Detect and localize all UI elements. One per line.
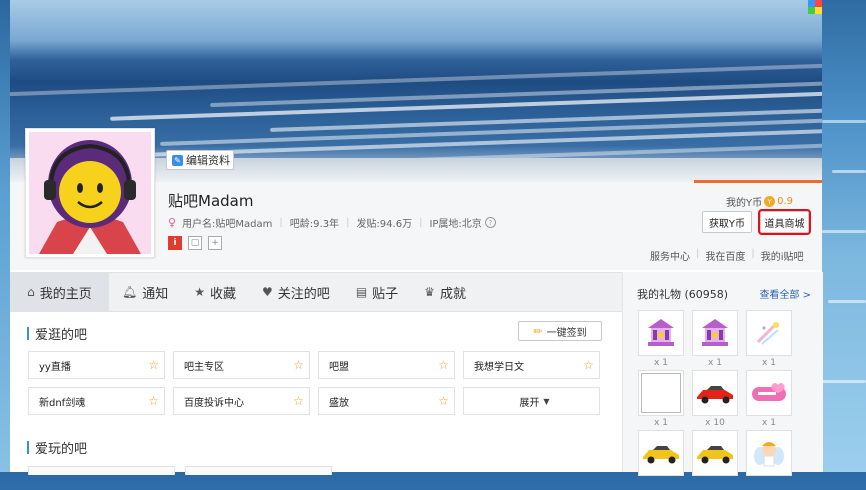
tab-notifications-label: 通知 bbox=[142, 286, 169, 302]
list-item[interactable] bbox=[185, 466, 332, 475]
tab-posts-label: 贴子 bbox=[372, 286, 399, 302]
avatar bbox=[29, 132, 151, 254]
user-id-text: 用户名:贴吧Madam bbox=[182, 219, 273, 230]
edit-icon: ✎ bbox=[172, 154, 183, 166]
played-bars-title: 爱玩的吧 bbox=[27, 438, 87, 457]
gift-item[interactable]: x 10 bbox=[691, 370, 739, 430]
gift-panel: 我的礼物 (60958) 查看全部 > x 1 x 1 x 1 x 1 x 10… bbox=[622, 272, 823, 476]
tab-achievements[interactable]: ♛ 成就 bbox=[411, 273, 479, 311]
bar-item[interactable]: 吧盟 ☆ bbox=[318, 351, 455, 379]
bar-item[interactable]: yy直播 ☆ bbox=[28, 351, 165, 379]
accent-line bbox=[694, 180, 822, 183]
get-ycoin-button[interactable]: 获取Y币 bbox=[702, 211, 752, 233]
gift-grid: x 1 x 1 x 1 x 1 x 10 x 1 bbox=[637, 310, 793, 490]
sign-button-label: 一键签到 bbox=[546, 327, 587, 339]
heart-icon: ♥ bbox=[262, 285, 273, 299]
star-icon[interactable]: ☆ bbox=[292, 358, 305, 372]
avatar-frame[interactable] bbox=[25, 128, 155, 258]
bar-item[interactable]: 我想学日文 ☆ bbox=[463, 351, 600, 379]
frame-badge-icon[interactable]: ▢ bbox=[188, 236, 202, 250]
gift-item[interactable]: x 1 bbox=[637, 370, 685, 430]
star-icon[interactable]: ☆ bbox=[582, 358, 595, 372]
gift-item[interactable]: x 1 bbox=[637, 310, 685, 370]
tab-home[interactable]: ⌂ 我的主页 bbox=[10, 273, 109, 311]
bell-icon: 🔔︎ bbox=[122, 285, 138, 299]
link-me-in-baidu[interactable]: 我在百度 bbox=[705, 248, 745, 263]
expand-button[interactable]: 展开 ▼ bbox=[463, 387, 600, 415]
edit-profile-label: 编辑资料 bbox=[186, 154, 230, 167]
carousel-gift-icon bbox=[692, 310, 738, 356]
gift-item[interactable] bbox=[691, 430, 739, 490]
item-shop-button[interactable]: 道具商城 bbox=[760, 211, 809, 233]
star-icon[interactable]: ☆ bbox=[147, 394, 160, 408]
gift-item[interactable]: x 1 bbox=[745, 370, 793, 430]
bar-item[interactable]: 新dnf剑魂 ☆ bbox=[28, 387, 165, 415]
bar-list: yy直播 ☆ 吧主专区 ☆ 吧盟 ☆ 我想学日文 ☆ 新dnf剑魂 ☆ 百度投诉中心 ☆ 盛… bbox=[28, 351, 603, 415]
tab-posts[interactable]: ▤ 贴子 bbox=[343, 273, 411, 311]
tab-achievements-label: 成就 bbox=[439, 286, 466, 302]
carousel-gift-icon bbox=[638, 310, 684, 356]
link-my-itieba[interactable]: 我的i贴吧 bbox=[761, 248, 804, 263]
tab-bar: ⌂ 我的主页 🔔︎ 通知 ★ 收藏 ♥ 关注的吧 ▤ 贴子 ♛ 成就 bbox=[10, 272, 622, 312]
posts-text: 发贴:94.6万 bbox=[356, 219, 413, 230]
tab-home-label: 我的主页 bbox=[39, 286, 92, 302]
gift-item[interactable] bbox=[637, 430, 685, 490]
sparkle-gift-icon bbox=[746, 310, 792, 356]
star-icon[interactable]: ☆ bbox=[437, 358, 450, 372]
yellow-car-gift-icon bbox=[638, 430, 684, 476]
age-text: 吧龄:9.3年 bbox=[289, 219, 340, 230]
angel-gift-icon bbox=[746, 430, 792, 476]
bar-item[interactable]: 盛放 ☆ bbox=[318, 387, 455, 415]
document-icon: ▤ bbox=[355, 285, 368, 299]
gift-title: 我的礼物 (60958) bbox=[637, 288, 729, 301]
tab-followed-bars-label: 关注的吧 bbox=[277, 286, 330, 302]
love-gift-icon bbox=[746, 370, 792, 416]
bar-item[interactable]: 百度投诉中心 ☆ bbox=[173, 387, 310, 415]
tab-followed-bars[interactable]: ♥ 关注的吧 bbox=[249, 273, 343, 311]
badge-row: i ▢ + bbox=[168, 236, 222, 250]
profile-meta: ♀ 用户名:贴吧Madam | 吧龄:9.3年 | 发贴:94.6万 | IP属… bbox=[168, 215, 496, 230]
tab-favorites-label: 收藏 bbox=[210, 286, 237, 302]
tab-favorites[interactable]: ★ 收藏 bbox=[181, 273, 249, 311]
star-icon: ★ bbox=[194, 285, 206, 299]
gift-count: (60958) bbox=[684, 288, 729, 301]
female-icon: ♀ bbox=[168, 216, 177, 229]
info-badge-icon[interactable]: i bbox=[168, 236, 182, 250]
home-icon: ⌂ bbox=[27, 285, 35, 299]
list-item[interactable] bbox=[28, 466, 175, 475]
gift-item[interactable] bbox=[745, 430, 793, 490]
one-click-sign-button[interactable]: ✏ 一键签到 bbox=[518, 321, 602, 341]
yellow-car-gift-icon bbox=[692, 430, 738, 476]
bar-item[interactable]: 吧主专区 ☆ bbox=[173, 351, 310, 379]
ycoin-icon: Y bbox=[764, 196, 776, 207]
caret-down-icon: ▼ bbox=[543, 396, 550, 406]
ycoin-value: 0.9 bbox=[777, 196, 794, 207]
trophy-icon: ♛ bbox=[424, 285, 435, 299]
profile-page: ✎ 编辑资料 贴吧Madam ♀ 用户名:贴吧Madam | 吧龄:9.3年 |… bbox=[10, 0, 823, 476]
left-background-strip bbox=[0, 0, 10, 472]
star-icon[interactable]: ☆ bbox=[147, 358, 160, 372]
link-service-center[interactable]: 服务中心 bbox=[650, 248, 690, 263]
star-icon[interactable]: ☆ bbox=[437, 394, 450, 408]
add-badge-icon[interactable]: + bbox=[208, 236, 222, 250]
service-links: 服务中心 | 我在百度 | 我的i贴吧 bbox=[650, 248, 804, 263]
username: 贴吧Madam bbox=[168, 192, 254, 210]
broken-image-icon bbox=[638, 370, 684, 416]
ycoin-label: 我的Y币 bbox=[726, 198, 763, 209]
pencil-icon: ✏ bbox=[533, 324, 543, 338]
help-icon[interactable]: ? bbox=[484, 217, 496, 228]
view-all-gifts-link[interactable]: 查看全部 > bbox=[759, 286, 811, 301]
red-car-gift-icon bbox=[692, 370, 738, 416]
corner-decoration-icon bbox=[808, 0, 822, 14]
ip-text: IP属地:北京 bbox=[429, 219, 482, 230]
star-icon[interactable]: ☆ bbox=[292, 394, 305, 408]
played-bars-list bbox=[28, 466, 332, 475]
gift-item[interactable]: x 1 bbox=[745, 310, 793, 370]
tab-notifications[interactable]: 🔔︎ 通知 bbox=[109, 273, 181, 311]
frequent-bars-title: 爱逛的吧 bbox=[27, 324, 87, 343]
gift-item[interactable]: x 1 bbox=[691, 310, 739, 370]
ycoin-balance: 我的Y币 Y 0.9 bbox=[726, 194, 793, 209]
edit-profile-button[interactable]: ✎ 编辑资料 bbox=[166, 150, 234, 170]
right-background-strip bbox=[822, 0, 866, 472]
